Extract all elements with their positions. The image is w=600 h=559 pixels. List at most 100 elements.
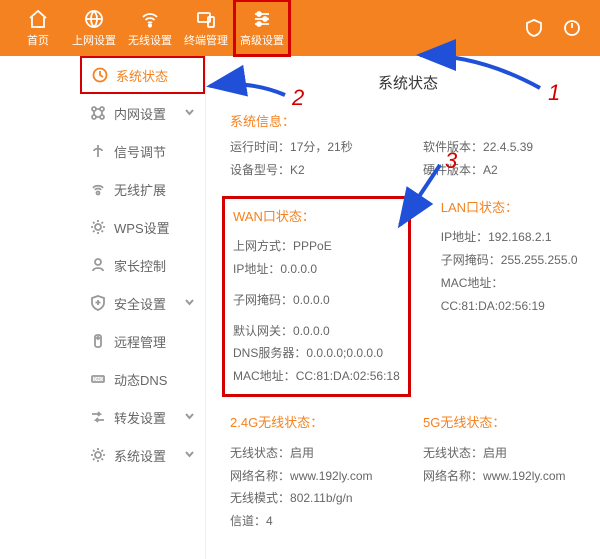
lan-ip-label: IP地址 [441, 230, 488, 244]
sidebar-item-wps[interactable]: WPS设置 [80, 208, 205, 246]
sidebar-item-label: 内网设置 [114, 104, 166, 123]
nav-right-icons [524, 0, 590, 56]
sidebar-item-label: 动态DNS [114, 370, 167, 389]
sliders-icon [251, 8, 273, 30]
signal-icon [90, 143, 106, 159]
model-label: 设备型号 [230, 163, 290, 177]
swver-label: 软件版本 [423, 140, 483, 154]
home-icon [27, 8, 49, 30]
clock-icon [92, 67, 108, 83]
globe-icon [83, 8, 105, 30]
lan-mask-label: 子网掩码 [441, 253, 501, 267]
top-nav: 首页 上网设置 无线设置 终端管理 高级设置 [0, 0, 600, 56]
remote-icon [90, 333, 106, 349]
sidebar-item-label: 家长控制 [114, 256, 166, 275]
section-head: 系统信息： [230, 111, 586, 130]
sidebar-item-ddns[interactable]: DNS 动态DNS [80, 360, 205, 398]
sidebar-item-label: 系统设置 [114, 446, 166, 465]
nav-wireless[interactable]: 无线设置 [122, 0, 178, 56]
hwver-value: A2 [483, 163, 498, 177]
sidebar-item-status[interactable]: 系统状态 [80, 56, 205, 94]
sidebar-item-label: 系统状态 [116, 66, 168, 85]
w5-ssid-value: www.192ly.com [483, 469, 565, 483]
dns-icon: DNS [90, 371, 106, 387]
nav-label: 终端管理 [184, 32, 228, 48]
wifi-icon [139, 8, 161, 30]
sidebar-item-system[interactable]: 系统设置 [80, 436, 205, 474]
swver-value: 22.4.5.39 [483, 140, 533, 154]
model-value: K2 [290, 163, 305, 177]
sidebar-item-label: 信号调节 [114, 142, 166, 161]
svg-text:DNS: DNS [94, 377, 104, 382]
w5-state-label: 无线状态 [423, 446, 483, 460]
w24-ch-label: 信道 [230, 514, 266, 528]
hwver-label: 硬件版本 [423, 163, 483, 177]
section-head: WAN口状态： [233, 205, 400, 230]
w5-ssid-label: 网络名称 [423, 469, 483, 483]
section-head: LAN口状态： [441, 196, 586, 221]
nav-label: 首页 [27, 32, 49, 48]
sidebar-item-lan[interactable]: 内网设置 [80, 94, 205, 132]
nav-label: 无线设置 [128, 32, 172, 48]
devices-icon [195, 8, 217, 30]
wan-mask-label: 子网掩码 [233, 293, 293, 307]
lan-mac-value: CC:81:DA:02:56:19 [441, 299, 545, 313]
sidebar-item-security[interactable]: 安全设置 [80, 284, 205, 322]
lan-mac-label: MAC地址 [441, 276, 504, 290]
broadcast-icon [90, 181, 106, 197]
forward-icon [90, 409, 106, 425]
power-icon[interactable] [562, 18, 582, 38]
sidebar-item-wifi-ext[interactable]: 无线扩展 [80, 170, 205, 208]
wan-mac-label: MAC地址 [233, 369, 296, 383]
section-head: 5G无线状态： [423, 411, 586, 436]
wan-dns-label: DNS服务器 [233, 346, 306, 360]
chevron-down-icon [184, 449, 195, 460]
wan-mask-value: 0.0.0.0 [293, 293, 330, 307]
wan-mode-value: PPPoE [293, 239, 332, 253]
nav-internet[interactable]: 上网设置 [66, 0, 122, 56]
runtime-label: 运行时间 [230, 140, 290, 154]
main-panel: 系统状态 系统信息： 运行时间17分，21秒 设备型号K2 软件版本22.4.5… [206, 56, 600, 559]
section-sysinfo: 系统信息： 运行时间17分，21秒 设备型号K2 软件版本22.4.5.39 硬… [230, 111, 586, 182]
wan-gw-value: 0.0.0.0 [293, 324, 330, 338]
wan-ip-label: IP地址 [233, 262, 280, 276]
wan-mac-value: CC:81:DA:02:56:18 [296, 369, 400, 383]
sidebar-item-remote[interactable]: 远程管理 [80, 322, 205, 360]
w24-state-label: 无线状态 [230, 446, 290, 460]
gear-icon [90, 219, 106, 235]
w24-mode-label: 无线模式 [230, 491, 290, 505]
sidebar: 系统状态 内网设置 信号调节 无线扩展 WPS设置 家长控制 安全设置 [80, 56, 206, 559]
sidebar-item-parental[interactable]: 家长控制 [80, 246, 205, 284]
section-wifi: 2.4G无线状态： 无线状态启用 网络名称www.192ly.com 无线模式8… [230, 411, 586, 533]
lan-ip-value: 192.168.2.1 [488, 230, 551, 244]
chevron-down-icon [184, 411, 195, 422]
runtime-value: 17分，21秒 [290, 140, 353, 154]
wan-gw-label: 默认网关 [233, 324, 293, 338]
person-icon [90, 257, 106, 273]
wan-dns-value: 0.0.0.0;0.0.0.0 [306, 346, 383, 360]
w5-state-value: 启用 [483, 446, 507, 460]
chevron-down-icon [184, 107, 195, 118]
w24-mode-value: 802.11b/g/n [290, 491, 353, 505]
nav-home[interactable]: 首页 [10, 0, 66, 56]
sidebar-item-label: 转发设置 [114, 408, 166, 427]
w24-ch-value: 4 [266, 514, 273, 528]
nav-label: 高级设置 [240, 32, 284, 48]
sidebar-item-label: 无线扩展 [114, 180, 166, 199]
section-wanlan: WAN口状态： 上网方式PPPoE IP地址0.0.0.0 子网掩码0.0.0.… [230, 196, 586, 397]
nav-advanced[interactable]: 高级设置 [234, 0, 290, 56]
network-icon [90, 105, 106, 121]
page-title: 系统状态 [230, 72, 586, 93]
sidebar-item-signal[interactable]: 信号调节 [80, 132, 205, 170]
wan-ip-value: 0.0.0.0 [280, 262, 317, 276]
wan-mode-label: 上网方式 [233, 239, 293, 253]
w24-ssid-label: 网络名称 [230, 469, 290, 483]
shield-icon[interactable] [524, 18, 544, 38]
sidebar-item-label: WPS设置 [114, 218, 170, 237]
nav-clients[interactable]: 终端管理 [178, 0, 234, 56]
sidebar-item-forward[interactable]: 转发设置 [80, 398, 205, 436]
w24-ssid-value: www.192ly.com [290, 469, 372, 483]
w24-state-value: 启用 [290, 446, 314, 460]
settings-icon [90, 447, 106, 463]
lan-mask-value: 255.255.255.0 [501, 253, 578, 267]
